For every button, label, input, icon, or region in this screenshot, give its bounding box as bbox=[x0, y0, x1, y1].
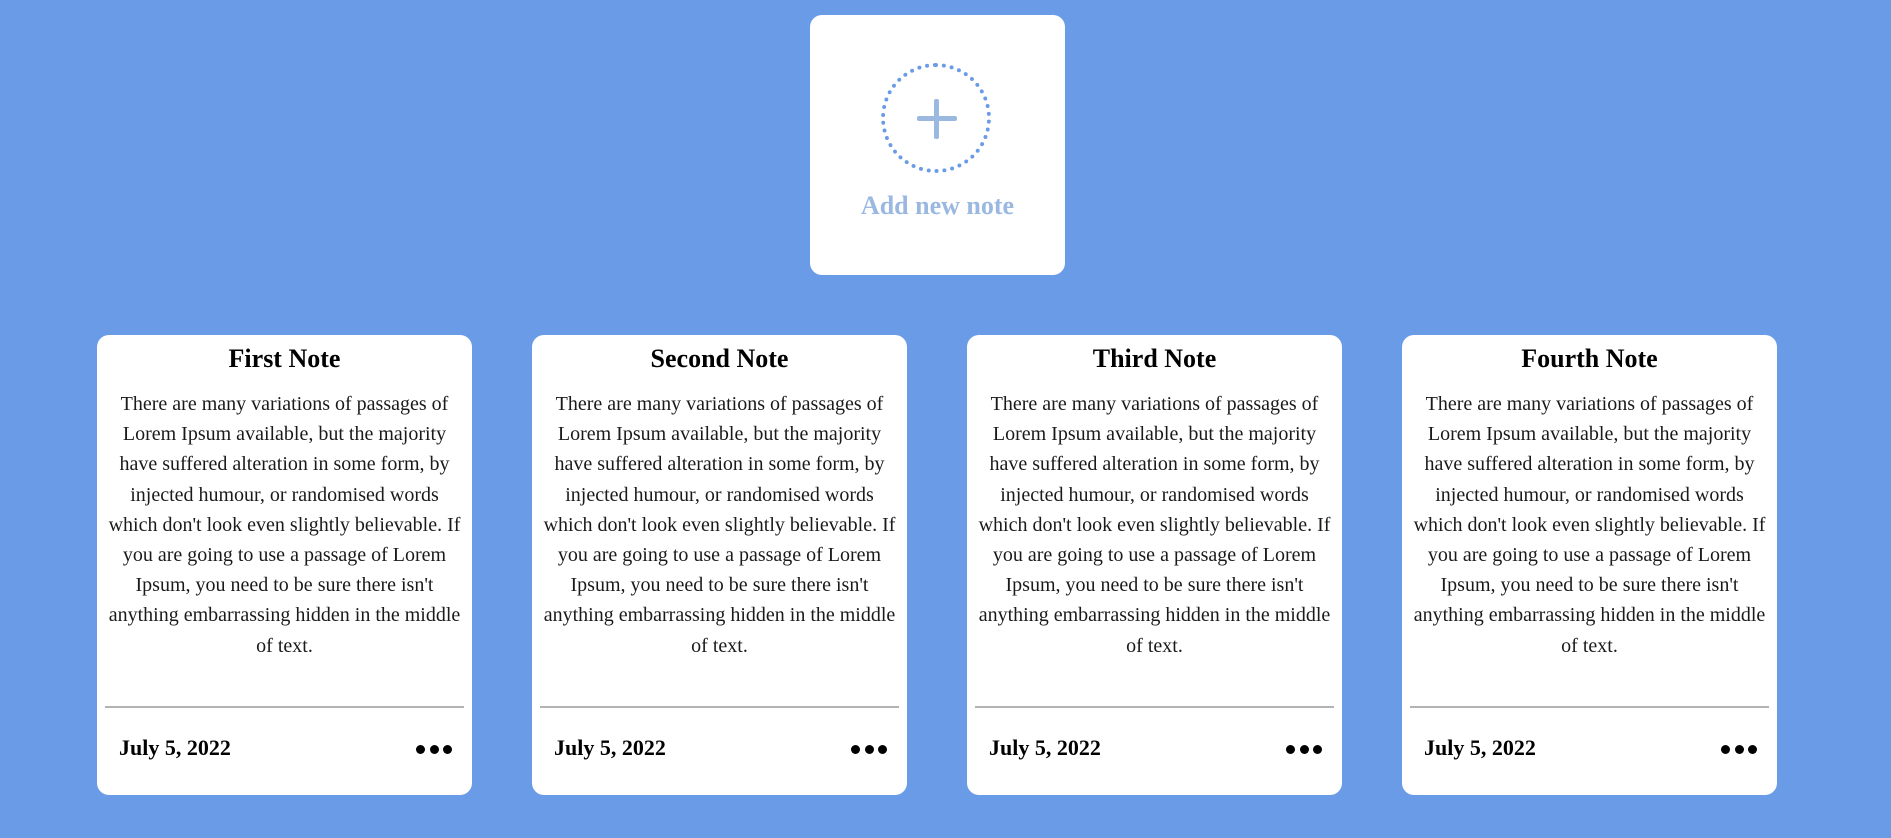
note-body: There are many variations of passages of… bbox=[108, 393, 461, 657]
note-date: July 5, 2022 bbox=[119, 735, 231, 760]
plus-icon-vertical-bar bbox=[934, 99, 939, 139]
menu-dot bbox=[864, 744, 874, 754]
note-card[interactable]: First Note There are many variations of … bbox=[97, 335, 472, 795]
note-card[interactable]: Second Note There are many variations of… bbox=[532, 335, 907, 795]
note-date: July 5, 2022 bbox=[989, 735, 1101, 760]
note-divider bbox=[975, 706, 1334, 708]
menu-dot bbox=[1748, 744, 1757, 754]
note-card[interactable]: Fourth Note There are many variations of… bbox=[1402, 335, 1777, 795]
menu-dot bbox=[443, 744, 452, 754]
more-horizontal-icon[interactable] bbox=[851, 739, 887, 759]
note-body: There are many variations of passages of… bbox=[978, 393, 1331, 657]
note-title: Third Note bbox=[1092, 344, 1217, 373]
menu-dot bbox=[1286, 744, 1295, 754]
menu-dot bbox=[1313, 744, 1322, 754]
note-title: First Note bbox=[228, 344, 341, 373]
more-horizontal-icon[interactable] bbox=[1721, 739, 1757, 759]
note-body: There are many variations of passages of… bbox=[1413, 393, 1766, 657]
add-note-card[interactable]: Add new note bbox=[810, 15, 1065, 275]
menu-dot bbox=[416, 744, 425, 754]
menu-dot bbox=[429, 744, 439, 754]
note-title: Fourth Note bbox=[1521, 344, 1658, 373]
note-title: Second Note bbox=[650, 344, 789, 373]
menu-dot bbox=[1734, 744, 1744, 754]
note-date: July 5, 2022 bbox=[1424, 735, 1536, 760]
note-divider bbox=[105, 706, 464, 708]
note-divider bbox=[540, 706, 899, 708]
notes-grid: First Note There are many variations of … bbox=[97, 335, 1777, 795]
menu-dot bbox=[851, 744, 860, 754]
note-card[interactable]: Third Note There are many variations of … bbox=[967, 335, 1342, 795]
note-date: July 5, 2022 bbox=[554, 735, 666, 760]
menu-dot bbox=[1299, 744, 1309, 754]
menu-dot bbox=[878, 744, 887, 754]
add-note-circle[interactable] bbox=[881, 63, 991, 173]
more-horizontal-icon[interactable] bbox=[416, 739, 452, 759]
note-body: There are many variations of passages of… bbox=[543, 393, 896, 657]
more-horizontal-icon[interactable] bbox=[1286, 739, 1322, 759]
note-divider bbox=[1410, 706, 1769, 708]
menu-dot bbox=[1721, 744, 1730, 754]
add-note-label[interactable]: Add new note bbox=[810, 193, 1065, 219]
